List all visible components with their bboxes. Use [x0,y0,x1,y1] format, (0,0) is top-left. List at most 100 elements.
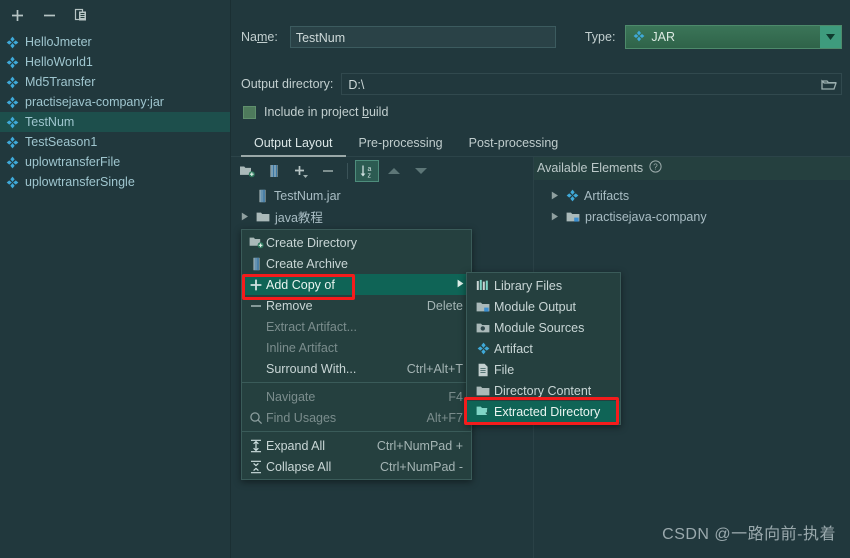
menu-separator [242,431,471,432]
create-directory-button[interactable] [235,160,259,182]
tree-row-label: practisejava-company [585,209,707,224]
move-up-button[interactable] [382,160,406,182]
remove-artifact-button[interactable] [38,4,60,26]
add-artifact-button[interactable] [6,4,28,26]
menu-item-artifact[interactable]: Artifact [467,338,620,359]
type-label: Type: [584,30,616,44]
menu-item-label: Artifact [494,341,533,356]
create-archive-button[interactable] [262,160,286,182]
folder-icon [472,383,494,399]
artifact-list-item-label: HelloWorld1 [25,55,93,69]
menu-item-navigate: Navigate F4 [242,386,471,407]
available-elements-tree[interactable]: Artifacts practisejava-company [545,185,845,227]
menu-item-expand-all[interactable]: Expand All Ctrl+NumPad + [242,435,471,456]
search-icon [249,411,263,425]
archive-icon [256,189,269,203]
menu-item-shortcut: Delete [426,298,463,313]
menu-item-module-output[interactable]: Module Output [467,296,620,317]
artifact-list-item[interactable]: uplowtransferSingle [0,172,230,192]
tree-row-label: java教程 [275,211,323,225]
add-copy-of-button[interactable] [289,160,313,182]
menu-item-directory-content[interactable]: Directory Content [467,380,620,401]
artifact-icon [6,136,19,149]
available-elements-header: Available Elements ? [537,160,662,176]
artifact-icon [633,30,645,45]
menu-item-extracted-directory[interactable]: Extracted Directory [467,401,620,422]
archive-icon [250,257,263,271]
artifact-list-item[interactable]: HelloWorld1 [0,52,230,72]
tree-row[interactable]: Artifacts [545,185,845,206]
menu-item-label: Extracted Directory [494,404,601,419]
menu-item-add-copy-of[interactable]: Add Copy of [242,274,471,295]
menu-item-label: Directory Content [494,383,592,398]
no-icon [246,361,266,377]
chevron-right-icon[interactable] [549,212,561,221]
archive-icon [246,256,266,272]
tab-post-processing[interactable]: Post-processing [456,134,572,157]
artifact-list-item[interactable]: Md5Transfer [0,72,230,92]
name-input[interactable]: TestNum [289,26,556,48]
menu-item-library-files[interactable]: Library Files [467,275,620,296]
artifact-list-item-label: uplowtransferFile [25,155,121,169]
artifact-list-item[interactable]: TestNum [0,112,230,132]
menu-item-file[interactable]: File [467,359,620,380]
artifact-list-item[interactable]: uplowtransferFile [0,152,230,172]
add-copy-of-submenu[interactable]: Library Files Module Output Module Sourc… [466,272,621,425]
artifact-icon [6,56,19,69]
remove-button[interactable] [316,160,340,182]
menu-item-surround-with[interactable]: Surround With... Ctrl+Alt+T [242,358,471,379]
chevron-right-icon[interactable] [549,191,561,200]
copy-artifact-button[interactable] [70,4,92,26]
artifact-list-item-label: practisejava-company:jar [25,95,164,109]
artifact-list-item-label: Md5Transfer [25,75,96,89]
artifact-list-item[interactable]: HelloJmeter [0,32,230,52]
move-down-button[interactable] [409,160,433,182]
menu-item-create-archive[interactable]: Create Archive [242,253,471,274]
menu-item-label: Module Output [494,299,576,314]
artifact-icon [6,156,19,169]
artifacts-list-panel: HelloJmeter HelloWorld1 Md5Transfer prac… [0,0,231,558]
menu-item-remove[interactable]: Remove Delete [242,295,471,316]
menu-item-module-sources[interactable]: Module Sources [467,317,620,338]
tree-row[interactable]: practisejava-company [545,206,845,227]
file-icon [472,362,494,378]
collapse-all-icon [246,459,266,475]
artifacts-list[interactable]: HelloJmeter HelloWorld1 Md5Transfer prac… [0,30,230,192]
tree-row-label: Artifacts [584,188,630,203]
menu-item-label: Surround With... [266,361,357,376]
artifact-icon [6,96,19,109]
menu-separator [242,382,471,383]
expand-all-icon [249,439,263,453]
include-in-project-build-checkbox[interactable]: Include in project build [243,105,388,119]
artifact-list-item[interactable]: practisejava-company:jar [0,92,230,112]
type-dropdown[interactable]: JAR [625,25,842,49]
menu-item-find-usages: Find Usages Alt+F7 [242,407,471,428]
help-icon[interactable]: ? [649,160,662,176]
no-icon [246,319,266,335]
folder-open-icon[interactable] [821,77,837,93]
output-directory-input[interactable]: D:\ [341,73,842,95]
menu-item-inline-artifact: Inline Artifact [242,337,471,358]
context-menu[interactable]: Create Directory Create Archive Add Copy … [241,229,472,480]
menu-item-collapse-all[interactable]: Collapse All Ctrl+NumPad - [242,456,471,477]
tree-row[interactable]: TestNum.jar [235,185,525,206]
type-value: JAR [651,30,676,44]
checkbox-box[interactable] [243,105,256,119]
menu-item-create-directory[interactable]: Create Directory [242,232,471,253]
library-files-icon [476,279,490,292]
chevron-right-icon[interactable] [239,212,251,221]
artifact-tabs[interactable]: Output Layout Pre-processing Post-processi… [241,133,850,157]
menu-item-shortcut: Ctrl+NumPad - [379,459,463,474]
artifact-icon [477,342,490,355]
menu-item-label: Navigate [266,389,316,404]
tab-output-layout[interactable]: Output Layout [241,134,346,157]
tab-pre-processing[interactable]: Pre-processing [346,134,456,157]
menu-item-label: Expand All [266,438,326,453]
sort-button[interactable]: a z [355,160,379,182]
artifact-list-item[interactable]: TestSeason1 [0,132,230,152]
menu-item-label: File [494,362,515,377]
folder-icon [476,385,490,397]
tree-row[interactable]: java教程 [235,206,525,227]
chevron-down-icon[interactable] [820,26,841,48]
output-layout-tree[interactable]: TestNum.jar java教程 [235,185,525,227]
